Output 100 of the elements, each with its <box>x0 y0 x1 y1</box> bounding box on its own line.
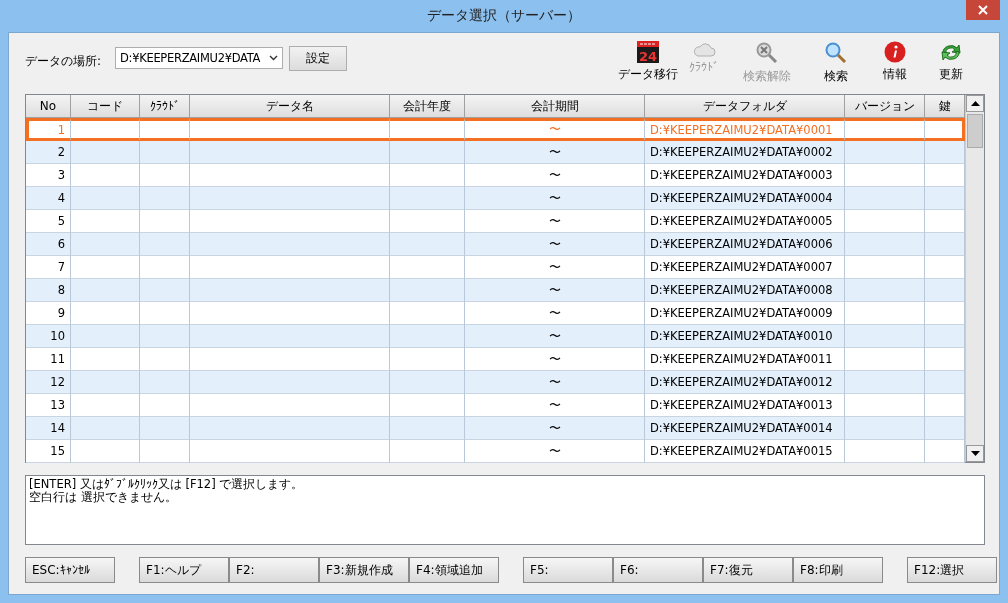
close-button[interactable] <box>966 0 1000 20</box>
toolbar-button[interactable]: 更新 <box>923 41 979 87</box>
table-cell <box>71 141 140 164</box>
function-key-button[interactable]: F5: <box>523 557 613 583</box>
toolbar-button[interactable]: 検索 <box>805 41 867 87</box>
table-cell <box>71 348 140 371</box>
table-cell: D:¥KEEPERZAIMU2¥DATA¥0009 <box>645 302 845 325</box>
toolbar-button[interactable]: 24 データ移行 <box>617 41 679 87</box>
table-cell: 〜 <box>465 440 645 463</box>
function-key-button[interactable]: F1:ヘルプ <box>139 557 229 583</box>
column-header[interactable]: No <box>26 95 71 118</box>
table-cell <box>925 256 965 279</box>
column-header[interactable]: 鍵 <box>925 95 965 118</box>
table-cell: 8 <box>26 279 71 302</box>
table-cell: 〜 <box>465 348 645 371</box>
table-cell <box>71 394 140 417</box>
table-cell <box>140 187 190 210</box>
table-cell: D:¥KEEPERZAIMU2¥DATA¥0006 <box>645 233 845 256</box>
table-cell: D:¥KEEPERZAIMU2¥DATA¥0010 <box>645 325 845 348</box>
table-cell: 〜 <box>465 164 645 187</box>
table-cell <box>71 118 140 141</box>
table-cell: D:¥KEEPERZAIMU2¥DATA¥0007 <box>645 256 845 279</box>
settings-button[interactable]: 設定 <box>289 46 348 71</box>
function-key-button[interactable]: F8:印刷 <box>793 557 883 583</box>
function-key-button[interactable]: F12:選択 <box>907 557 997 583</box>
search-icon <box>824 41 848 65</box>
scrollbar[interactable] <box>965 95 984 462</box>
table-cell <box>71 279 140 302</box>
function-key-button[interactable]: F4:領域追加 <box>409 557 499 583</box>
column-header[interactable]: バージョン <box>845 95 925 118</box>
table-cell <box>140 118 190 141</box>
table-cell <box>71 371 140 394</box>
table-cell <box>140 302 190 325</box>
column-header[interactable]: ｸﾗｳﾄﾞ <box>140 95 190 118</box>
table-cell: D:¥KEEPERZAIMU2¥DATA¥0001 <box>645 118 845 141</box>
table-cell <box>925 348 965 371</box>
table-cell: D:¥KEEPERZAIMU2¥DATA¥0005 <box>645 210 845 233</box>
cloud-icon <box>692 41 716 57</box>
function-key-button[interactable]: F2: <box>229 557 319 583</box>
table-cell <box>140 325 190 348</box>
table-cell <box>925 325 965 348</box>
location-label: データの場所: <box>25 53 102 70</box>
table-cell: 〜 <box>465 371 645 394</box>
window-title: データ選択（サーバー） <box>427 7 581 25</box>
table-cell: 15 <box>26 440 71 463</box>
message-text: [ENTER] 又はﾀﾞﾌﾞﾙｸﾘｯｸ又は [F12] で選択します。 <box>29 478 305 491</box>
table-cell: 3 <box>26 164 71 187</box>
table-cell <box>71 233 140 256</box>
table-cell: D:¥KEEPERZAIMU2¥DATA¥0015 <box>645 440 845 463</box>
table-cell: 〜 <box>465 394 645 417</box>
column-header[interactable]: 会計年度 <box>390 95 465 118</box>
arrow-up-icon[interactable] <box>970 101 980 106</box>
table-cell: 13 <box>26 394 71 417</box>
scrollbar-thumb[interactable] <box>967 114 983 148</box>
table-cell <box>71 302 140 325</box>
column-header[interactable]: データ名 <box>190 95 390 118</box>
table-cell <box>71 164 140 187</box>
table-cell <box>140 440 190 463</box>
table-cell: 5 <box>26 210 71 233</box>
toolbar-button[interactable]: 情報 <box>867 41 923 87</box>
table-cell: 6 <box>26 233 71 256</box>
table-cell <box>925 302 965 325</box>
function-key-button[interactable]: F3:新規作成 <box>319 557 409 583</box>
table-cell: D:¥KEEPERZAIMU2¥DATA¥0003 <box>645 164 845 187</box>
table-cell <box>71 440 140 463</box>
table-cell: 〜 <box>465 118 645 141</box>
table-cell <box>140 417 190 440</box>
table-cell <box>925 233 965 256</box>
table-cell: 〜 <box>465 187 645 210</box>
function-key-button[interactable]: ESC:ｷｬﾝｾﾙ <box>25 557 115 583</box>
table-cell: D:¥KEEPERZAIMU2¥DATA¥0014 <box>645 417 845 440</box>
table-cell: D:¥KEEPERZAIMU2¥DATA¥0008 <box>645 279 845 302</box>
column-header[interactable]: データフォルダ <box>645 95 845 118</box>
info-icon <box>884 41 906 63</box>
logo-number: 24 <box>638 49 658 63</box>
table-cell: 10 <box>26 325 71 348</box>
function-key-button[interactable]: F6: <box>613 557 703 583</box>
table-cell <box>925 187 965 210</box>
table-cell: 14 <box>26 417 71 440</box>
table-cell <box>925 394 965 417</box>
table-cell <box>925 279 965 302</box>
magnifier-cross-icon <box>755 41 779 65</box>
table-cell <box>71 256 140 279</box>
column-header[interactable]: コード <box>71 95 140 118</box>
table-cell: 7 <box>26 256 71 279</box>
function-key-button[interactable]: F7:復元 <box>703 557 793 583</box>
table-cell: 〜 <box>465 302 645 325</box>
table-cell: 1 <box>26 118 71 141</box>
column-header[interactable]: 会計期間 <box>465 95 645 118</box>
close-icon <box>978 5 988 15</box>
table-cell <box>71 417 140 440</box>
table-cell <box>140 394 190 417</box>
arrow-down-icon[interactable] <box>970 451 980 456</box>
location-dropdown[interactable]: D:¥KEEPERZAIMU2¥DATA <box>115 47 284 69</box>
table-cell: 9 <box>26 302 71 325</box>
table-cell <box>925 164 965 187</box>
table-cell <box>71 325 140 348</box>
table-cell: 〜 <box>465 279 645 302</box>
table-cell <box>71 187 140 210</box>
table-cell: 2 <box>26 141 71 164</box>
